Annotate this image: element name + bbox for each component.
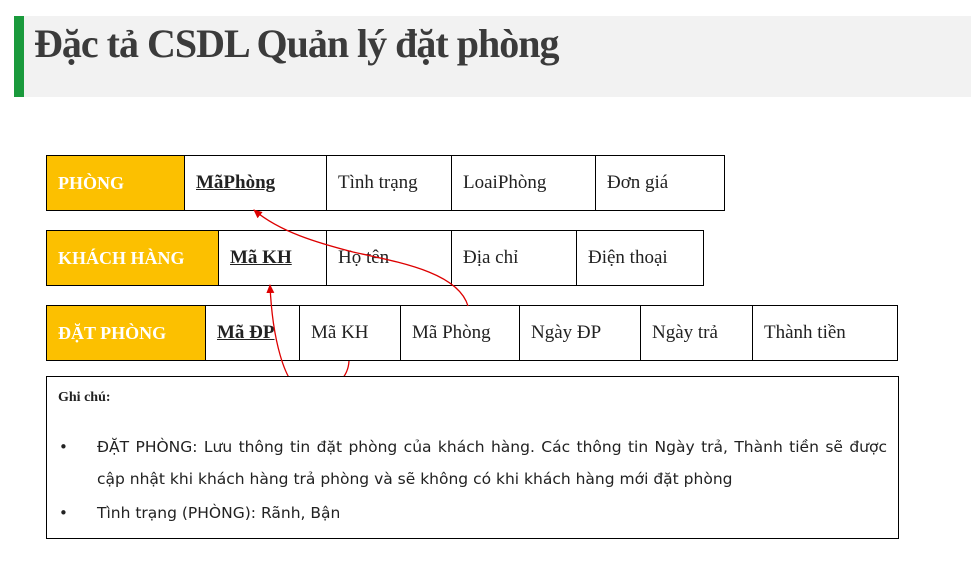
- field-ma-kh-key: Mã KH: [218, 230, 327, 286]
- field-dia-chi: Địa chỉ: [451, 230, 577, 286]
- table-dat-phong-name: ĐẶT PHÒNG: [46, 305, 206, 361]
- field-ngay-tra: Ngày trả: [640, 305, 753, 361]
- table-dat-phong: ĐẶT PHÒNG Mã ĐP Mã KH Mã Phòng Ngày ĐP N…: [46, 305, 898, 361]
- bullet-icon: •: [59, 438, 68, 456]
- note-item-text: Tình trạng (PHÒNG): Rãnh, Bận: [97, 504, 341, 522]
- field-don-gia: Đơn giá: [595, 155, 725, 211]
- note-title: Ghi chú:: [58, 390, 111, 405]
- note-item-text: ĐẶT PHÒNG: Lưu thông tin đặt phòng của k…: [97, 438, 887, 488]
- field-ho-ten: Họ tên: [326, 230, 452, 286]
- bullet-icon: •: [59, 504, 68, 522]
- table-phong: PHÒNG MãPhòng Tình trạng LoaiPhòng Đơn g…: [46, 155, 725, 211]
- field-tinh-trang: Tình trạng: [326, 155, 452, 211]
- table-khach-hang: KHÁCH HÀNG Mã KH Họ tên Địa chỉ Điện tho…: [46, 230, 704, 286]
- table-khach-hang-name: KHÁCH HÀNG: [46, 230, 219, 286]
- note-list: • ĐẶT PHÒNG: Lưu thông tin đặt phòng của…: [59, 431, 887, 529]
- field-ma-phong-key: MãPhòng: [184, 155, 327, 211]
- field-thanh-tien: Thành tiền: [752, 305, 898, 361]
- field-ma-kh-fk: Mã KH: [299, 305, 401, 361]
- page-title: Đặc tả CSDL Quản lý đặt phòng: [34, 21, 559, 66]
- note-item: • Tình trạng (PHÒNG): Rãnh, Bận: [59, 497, 887, 529]
- field-ma-dp-key: Mã ĐP: [205, 305, 300, 361]
- note-item: • ĐẶT PHÒNG: Lưu thông tin đặt phòng của…: [59, 431, 887, 495]
- field-dien-thoai: Điện thoại: [576, 230, 704, 286]
- field-loai-phong: LoaiPhòng: [451, 155, 596, 211]
- field-ma-phong-fk: Mã Phòng: [400, 305, 520, 361]
- field-ngay-dp: Ngày ĐP: [519, 305, 641, 361]
- note-box: Ghi chú: • ĐẶT PHÒNG: Lưu thông tin đặt …: [46, 376, 899, 539]
- table-phong-name: PHÒNG: [46, 155, 185, 211]
